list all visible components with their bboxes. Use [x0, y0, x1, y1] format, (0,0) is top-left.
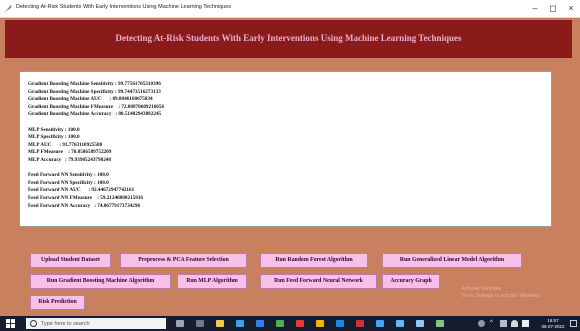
speaker-icon[interactable] [522, 320, 529, 327]
watermark-line: Go to Settings to activate Windows. [462, 293, 541, 299]
result-line: Feed Forward NN FMeasure : 59.2124680021… [28, 194, 144, 201]
app-icon[interactable] [336, 320, 344, 327]
result-line: MLP AUC : 93.7763110925508 [28, 141, 103, 148]
run-ffnn-button[interactable]: Run Feed Forward Neural Network [260, 274, 377, 289]
maximize-button[interactable]: ◻ [545, 2, 561, 15]
app-icon[interactable] [396, 320, 404, 327]
microphone-icon[interactable] [176, 320, 184, 327]
task-view-icon[interactable] [196, 320, 204, 327]
run-mlp-button[interactable]: Run MLP Algorithm [177, 274, 247, 289]
result-line: MLP Sensitivity : 100.0 [28, 126, 80, 133]
feather-icon [4, 4, 12, 13]
taskbar: Type here to search ^ 16:57 06-07-2022 [0, 316, 580, 331]
result-line: MLP Accuracy : 79.93905243790248 [28, 156, 111, 163]
app-icon[interactable] [436, 320, 444, 327]
result-line [28, 165, 543, 173]
chrome-icon[interactable] [276, 320, 284, 327]
result-line: Feed Forward NN AUC : 92.44672947742161 [28, 187, 135, 194]
battery-icon[interactable] [500, 320, 507, 327]
preprocess-pca-button[interactable]: Preprocess & PCA Feature Selection [120, 253, 247, 268]
app-header: Detecting At-Risk Students With Early In… [5, 20, 572, 58]
user-icon[interactable] [478, 320, 485, 327]
python-icon[interactable] [376, 320, 384, 327]
result-line: Gradient Boosting Machine AUC : 89.80461… [28, 96, 153, 103]
accuracy-graph-button[interactable]: Accuracy Graph [382, 274, 440, 289]
result-line: Gradient Boosting Machine Specificity : … [28, 88, 161, 95]
result-line: Gradient Boosting Machine Accuracy : 80.… [28, 111, 162, 118]
search-placeholder: Type here to search [41, 320, 90, 327]
result-line [28, 119, 543, 127]
run-gbm-button[interactable]: Run Gradient Boosting Machine Algorithm [30, 274, 171, 289]
search-icon [30, 320, 37, 327]
activate-windows-watermark: Activate Windows Go to Settings to activ… [462, 286, 541, 300]
result-line: MLP FMeasure : 70.8586589752209 [28, 149, 112, 156]
app-icon[interactable] [356, 320, 364, 327]
app-icon[interactable] [416, 320, 424, 327]
app-icon[interactable] [316, 320, 324, 327]
risk-prediction-button[interactable]: Risk Prediction [30, 295, 85, 310]
result-line: MLP Specificity : 100.0 [28, 134, 80, 141]
run-random-forest-button[interactable]: Run Random Forest Algorithm [260, 253, 368, 268]
result-line: Gradient Boosting Machine Sensitivity : … [28, 81, 161, 87]
page-title: Detecting At-Risk Students With Early In… [115, 33, 462, 43]
result-line: Feed Forward NN Sensitivity : 100.0 [28, 172, 109, 179]
result-line: Feed Forward NN Specificity : 100.0 [28, 179, 109, 186]
window-title: Detecting At-Risk Students With Early In… [16, 4, 232, 10]
taskbar-search-box[interactable]: Type here to search [26, 318, 166, 329]
app-icon[interactable] [296, 320, 304, 327]
wifi-icon[interactable] [511, 320, 518, 327]
window-titlebar: Detecting At-Risk Students With Early In… [0, 0, 580, 18]
result-line: Gradient Boosting Machine FMeasure : 72.… [28, 103, 165, 110]
store-icon[interactable] [256, 320, 264, 327]
edge-browser-icon[interactable] [236, 320, 244, 327]
minimize-button[interactable]: – [527, 2, 543, 15]
windows-start-icon[interactable] [6, 319, 15, 328]
notification-icon[interactable] [570, 320, 577, 327]
results-output-text[interactable]: Gradient Boosting Machine Sensitivity : … [19, 71, 552, 227]
upload-dataset-button[interactable]: Upload Student Dataset [30, 253, 111, 268]
chevron-up-icon[interactable]: ^ [490, 320, 497, 327]
watermark-line: Activate Windows [462, 286, 502, 292]
close-button[interactable]: × [563, 2, 579, 15]
run-glm-button[interactable]: Run Generalized Linear Model Algorithm [382, 253, 522, 268]
taskbar-clock[interactable]: 16:57 06-07-2022 [540, 318, 566, 329]
file-explorer-icon[interactable] [216, 320, 224, 327]
result-line: Feed Forward NN Accuracy : 74.0677917373… [28, 202, 141, 209]
clock-date: 06-07-2022 [541, 323, 565, 329]
